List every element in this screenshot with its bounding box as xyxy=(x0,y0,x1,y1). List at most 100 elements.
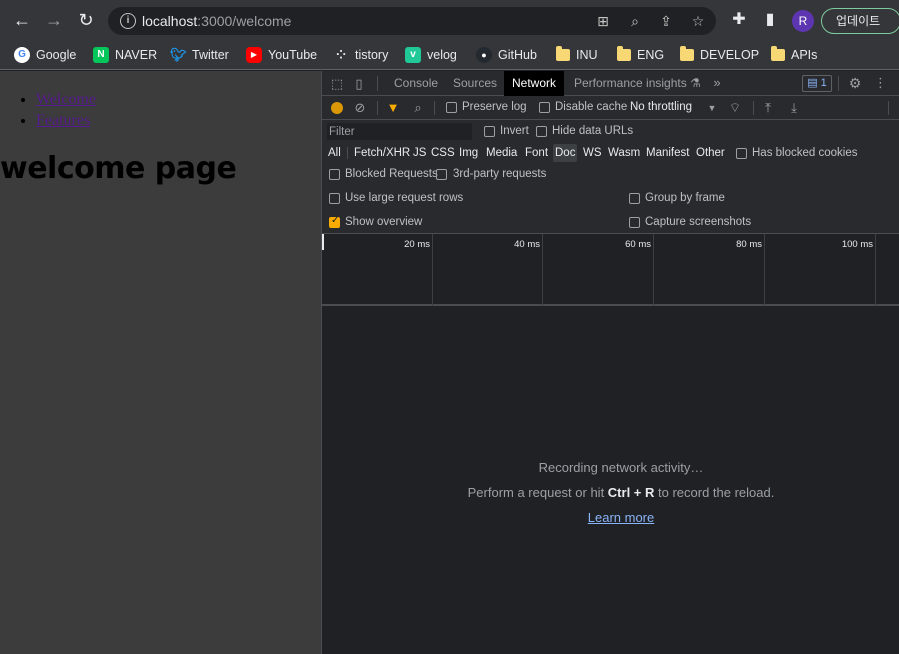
clear-icon[interactable]: ⊘ xyxy=(353,100,367,116)
shortcut-key: Ctrl + R xyxy=(607,485,655,500)
filter-type-doc[interactable]: Doc xyxy=(553,144,578,162)
network-settings: Use large request rows Group by frame Sh… xyxy=(322,186,899,234)
learn-more-container: Learn more xyxy=(322,510,899,525)
url-text[interactable]: localhost:3000/welcome xyxy=(142,13,291,29)
tab-console[interactable]: Console xyxy=(386,71,446,96)
folder-icon xyxy=(771,46,785,61)
list-item: Features xyxy=(36,110,96,131)
preserve-log-checkbox[interactable] xyxy=(446,102,457,113)
third-party-label[interactable]: 3rd-party requests xyxy=(453,168,546,180)
profile-avatar[interactable]: R xyxy=(792,10,814,32)
timeline-tick-label: 20 ms xyxy=(404,239,430,250)
settings-gear-icon[interactable]: ⚙ xyxy=(847,75,863,91)
hide-data-urls-label[interactable]: Hide data URLs xyxy=(552,125,633,137)
search-icon[interactable]: ⌕ xyxy=(411,100,425,116)
bookmark-star-icon[interactable]: ☆ xyxy=(689,13,707,29)
group-by-frame-checkbox[interactable] xyxy=(629,193,640,204)
extensions-icon[interactable]: ✚ xyxy=(729,10,749,30)
nav-list: Welcome Features xyxy=(36,89,96,131)
site-info-icon[interactable]: i xyxy=(120,13,136,29)
address-bar[interactable]: i localhost:3000/welcome ⊞ ⌕ ⇪ ☆ xyxy=(108,7,716,35)
chevron-down-icon[interactable]: ▼ xyxy=(707,100,717,116)
filter-type-font[interactable]: Font xyxy=(523,144,550,162)
github-icon: ● xyxy=(476,47,492,63)
invert-label[interactable]: Invert xyxy=(500,125,529,137)
hide-data-urls-checkbox[interactable] xyxy=(536,126,547,137)
tab-network[interactable]: Network xyxy=(504,71,565,96)
filter-type-ws[interactable]: WS xyxy=(581,144,604,162)
filter-funnel-icon[interactable]: ▼ xyxy=(386,100,400,116)
filter-type-js[interactable]: JS xyxy=(411,144,428,162)
resource-type-filters: All Fetch/XHR JS CSS Img Media Font Doc … xyxy=(322,142,899,164)
tab-performance-insights[interactable]: Performance insights ⚗ xyxy=(566,71,709,96)
zoom-icon[interactable]: ⌕ xyxy=(626,13,644,29)
folder-icon xyxy=(556,46,570,61)
filter-type-img[interactable]: Img xyxy=(457,144,480,162)
disable-cache-label[interactable]: Disable cache xyxy=(555,101,627,113)
more-tabs-chevron-icon[interactable]: » xyxy=(710,75,724,91)
large-rows-checkbox[interactable] xyxy=(329,193,340,204)
invert-checkbox[interactable] xyxy=(484,126,495,137)
throttling-select[interactable]: No throttling xyxy=(630,101,692,113)
back-arrow-icon[interactable]: ← xyxy=(10,8,34,32)
import-har-icon[interactable]: ⤒ xyxy=(761,100,775,116)
naver-icon: N xyxy=(93,47,109,63)
tab-sources[interactable]: Sources xyxy=(445,71,505,96)
bookmark-folder-eng[interactable]: ENG xyxy=(617,45,664,65)
filter-type-other[interactable]: Other xyxy=(694,144,727,162)
group-by-frame-label[interactable]: Group by frame xyxy=(645,192,725,204)
bookmark-tistory[interactable]: ⁘ tistory xyxy=(333,45,388,65)
large-rows-label[interactable]: Use large request rows xyxy=(345,192,463,204)
show-overview-label[interactable]: Show overview xyxy=(345,216,422,228)
bookmark-velog[interactable]: v velog xyxy=(405,45,457,65)
capture-screenshots-label[interactable]: Capture screenshots xyxy=(645,216,751,228)
export-har-icon[interactable]: ⤓ xyxy=(787,100,801,116)
bookmark-youtube[interactable]: ▶ YouTube xyxy=(246,45,317,65)
bookmark-google[interactable]: G Google xyxy=(14,45,76,65)
forward-arrow-icon[interactable]: → xyxy=(42,8,66,32)
inspect-element-icon[interactable]: ⬚ xyxy=(330,76,344,92)
translate-icon[interactable]: ⊞ xyxy=(594,13,612,29)
features-link[interactable]: Features xyxy=(36,112,90,129)
update-button[interactable]: 업데이트 xyxy=(821,8,899,34)
has-blocked-cookies-checkbox[interactable] xyxy=(736,148,747,159)
record-icon[interactable] xyxy=(331,102,343,114)
issues-badge[interactable]: ▤ 1 xyxy=(802,75,832,92)
capture-screenshots-checkbox[interactable] xyxy=(629,217,640,228)
experiment-flask-icon: ⚗ xyxy=(690,76,701,90)
share-icon[interactable]: ⇪ xyxy=(657,13,675,29)
blocked-requests-checkbox[interactable] xyxy=(329,169,340,180)
bookmark-folder-inu[interactable]: INU xyxy=(556,45,598,65)
bookmark-label: GitHub xyxy=(498,48,537,62)
preserve-log-label[interactable]: Preserve log xyxy=(462,101,527,113)
bookmark-folder-apis[interactable]: APIs xyxy=(771,45,817,65)
disable-cache-checkbox[interactable] xyxy=(539,102,550,113)
timeline-gridline xyxy=(764,234,765,306)
bookmark-folder-develop[interactable]: DEVELOP xyxy=(680,45,759,65)
filter-type-css[interactable]: CSS xyxy=(429,144,457,162)
filter-input[interactable] xyxy=(327,123,472,140)
overview-timeline[interactable]: 20 ms 40 ms 60 ms 80 ms 100 ms xyxy=(322,234,899,306)
reload-icon[interactable]: ↻ xyxy=(74,8,98,32)
third-party-checkbox[interactable] xyxy=(436,169,447,180)
device-toolbar-icon[interactable]: ▯ xyxy=(352,76,366,92)
welcome-link[interactable]: Welcome xyxy=(36,91,96,108)
youtube-icon: ▶ xyxy=(246,47,262,63)
bookmark-twitter[interactable]: 🐦︎ Twitter xyxy=(170,45,229,65)
has-blocked-cookies-label[interactable]: Has blocked cookies xyxy=(752,147,857,159)
bookmark-naver[interactable]: N NAVER xyxy=(93,45,157,65)
filter-type-manifest[interactable]: Manifest xyxy=(644,144,691,162)
bookmark-label: INU xyxy=(576,48,598,62)
blocked-requests-label[interactable]: Blocked Requests xyxy=(345,168,438,180)
show-overview-checkbox[interactable] xyxy=(329,215,340,228)
filter-type-wasm[interactable]: Wasm xyxy=(606,144,642,162)
bookmark-github[interactable]: ● GitHub xyxy=(476,45,537,65)
learn-more-link[interactable]: Learn more xyxy=(588,510,654,525)
page-viewport: Welcome Features welcome page xyxy=(0,71,321,654)
more-options-icon[interactable]: ⋮ xyxy=(874,75,887,91)
filter-type-fetch-xhr[interactable]: Fetch/XHR xyxy=(352,144,412,162)
network-conditions-icon[interactable]: ⌔ xyxy=(727,100,743,116)
filter-type-all[interactable]: All xyxy=(326,144,343,162)
side-panel-icon[interactable]: ▮ xyxy=(760,10,780,30)
filter-type-media[interactable]: Media xyxy=(484,144,519,162)
